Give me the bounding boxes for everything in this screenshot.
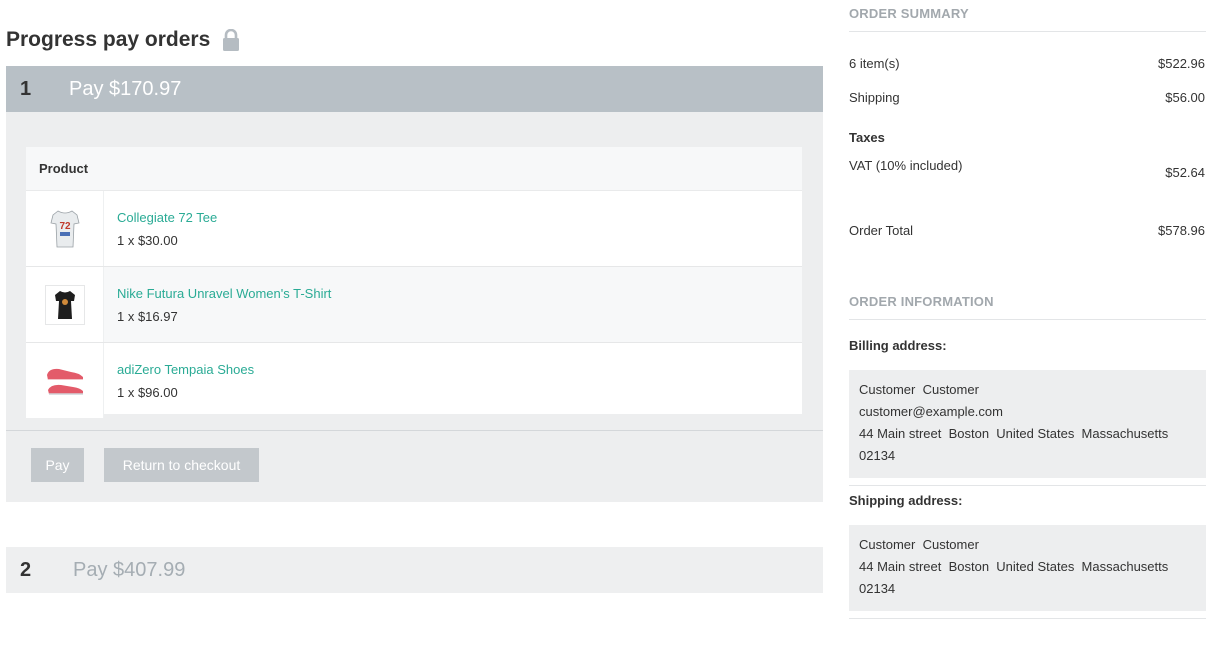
return-to-checkout-button[interactable]: Return to checkout (104, 448, 259, 482)
product-thumb[interactable]: 72 (26, 191, 104, 266)
order-total-label: Order Total (849, 223, 914, 238)
order-total-value: $578.96 (1158, 223, 1205, 238)
items-row: 6 item(s) $522.96 (849, 56, 1205, 71)
step-2-label: Pay $407.99 (73, 558, 186, 581)
product-info: Collegiate 72 Tee 1 x $30.00 (104, 191, 802, 266)
product-table-header: Product (26, 147, 802, 191)
step-1-actions: Pay Return to checkout (6, 430, 823, 503)
step-2-header[interactable]: 2 Pay $407.99 (6, 547, 823, 593)
lock-icon (222, 28, 240, 51)
vat-value: $52.64 (1165, 165, 1205, 180)
step-1-label: Pay $170.97 (69, 77, 182, 100)
billing-name: Customer Customer (859, 382, 979, 397)
step-2-number: 2 (20, 558, 32, 581)
billing-zip: 02134 (859, 448, 896, 463)
taxes-heading: Taxes (849, 130, 1205, 145)
shipping-value: $56.00 (1165, 90, 1205, 105)
order-information-title: ORDER INFORMATION (849, 294, 1206, 320)
table-row: adiZero Tempaia Shoes 1 x $96.00 (26, 343, 802, 418)
product-info: Nike Futura Unravel Women's T-Shirt 1 x … (104, 267, 802, 342)
product-link[interactable]: adiZero Tempaia Shoes (117, 362, 802, 377)
order-total-row: Order Total $578.96 (849, 223, 1205, 238)
shipping-address-label: Shipping address: (849, 493, 963, 508)
tshirt-image: 72 (45, 209, 85, 249)
shipping-label: Shipping (849, 90, 900, 105)
page-title: Progress pay orders (6, 28, 240, 52)
product-link[interactable]: Collegiate 72 Tee (117, 210, 802, 225)
shipping-name: Customer Customer (859, 537, 979, 552)
product-qty: 1 x $30.00 (117, 232, 178, 248)
billing-email: customer@example.com (859, 404, 1003, 419)
order-summary-title: ORDER SUMMARY (849, 6, 1206, 32)
shipping-address-box: Customer Customer 44 Main street Boston … (849, 525, 1206, 611)
shoes-image (45, 361, 85, 401)
svg-text:72: 72 (59, 221, 71, 232)
product-thumb[interactable] (26, 343, 104, 418)
items-value: $522.96 (1158, 56, 1205, 71)
shipping-row: Shipping $56.00 (849, 90, 1205, 105)
billing-street: 44 Main street Boston United States Mass… (859, 426, 1169, 441)
items-label: 6 item(s) (849, 56, 900, 71)
product-info: adiZero Tempaia Shoes 1 x $96.00 (104, 343, 802, 418)
vat-label: VAT (10% included) (849, 158, 963, 173)
table-row: 72 Collegiate 72 Tee 1 x $30.00 (26, 191, 802, 267)
product-thumb[interactable] (26, 267, 104, 342)
step-1-number: 1 (20, 77, 32, 100)
step-1-header[interactable]: 1 Pay $170.97 (6, 66, 823, 112)
divider (849, 485, 1206, 486)
product-table: Product 72 Collegiate 72 Tee 1 x $30.00 (26, 147, 802, 418)
step-1-panel: 1 Pay $170.97 Product 72 Collegiate 72 T (6, 66, 823, 502)
shipping-street: 44 Main street Boston United States Mass… (859, 559, 1169, 574)
product-link[interactable]: Nike Futura Unravel Women's T-Shirt (117, 286, 802, 301)
pay-button[interactable]: Pay (31, 448, 84, 482)
table-row: Nike Futura Unravel Women's T-Shirt 1 x … (26, 267, 802, 343)
product-qty: 1 x $96.00 (117, 384, 178, 400)
womens-shirt-image (44, 284, 85, 325)
divider (849, 618, 1206, 619)
page-title-text: Progress pay orders (6, 28, 211, 51)
billing-address-label: Billing address: (849, 338, 947, 353)
shipping-zip: 02134 (859, 581, 896, 596)
taxes-label: Taxes (849, 130, 885, 145)
billing-address-box: Customer Customer customer@example.com 4… (849, 370, 1206, 478)
vat-row: VAT (10% included) $52.64 (849, 158, 1205, 180)
product-qty: 1 x $16.97 (117, 308, 178, 324)
